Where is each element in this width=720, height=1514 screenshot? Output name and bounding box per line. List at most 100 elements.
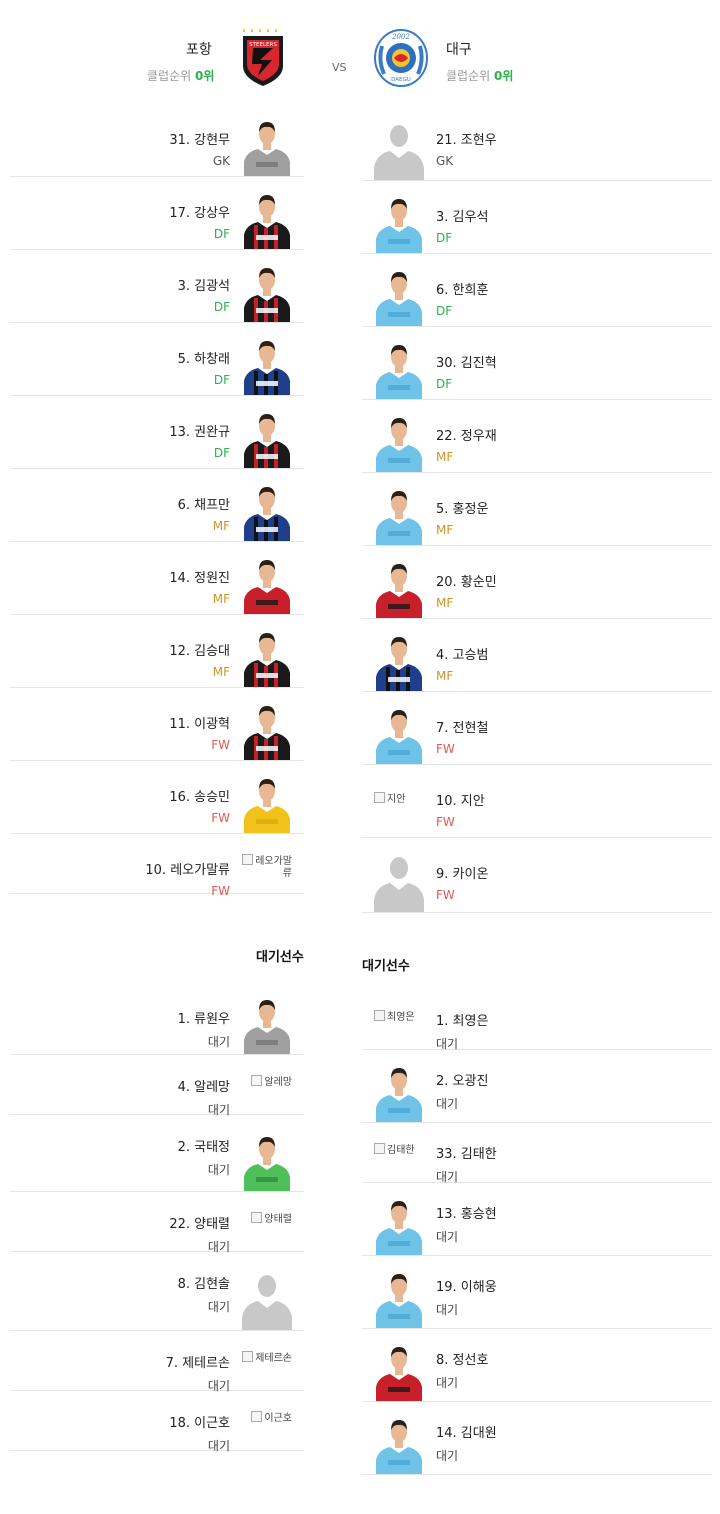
player-name[interactable]: 10. 지안	[436, 790, 485, 809]
player-name[interactable]: 30. 김진혁	[436, 352, 497, 371]
player-row[interactable]: 7. 전현철 FW	[362, 692, 712, 765]
player-name[interactable]: 31. 강현무	[169, 129, 230, 148]
player-name[interactable]: 5. 홍정운	[436, 498, 488, 517]
daegu-fc-crest-icon[interactable]: 2002 DAEGU	[372, 26, 430, 88]
player-photo[interactable]	[374, 1339, 424, 1401]
player-row[interactable]: 8. 정선호 대기	[362, 1329, 712, 1402]
player-photo[interactable]	[374, 556, 424, 618]
player-name[interactable]: 6. 채프만	[178, 494, 230, 513]
player-name[interactable]: 3. 김우석	[436, 206, 488, 225]
player-photo[interactable]	[242, 187, 292, 249]
player-photo[interactable]	[242, 260, 292, 322]
pohang-steelers-crest-icon[interactable]: STEELERS	[238, 26, 288, 88]
player-row[interactable]: 30. 김진혁 DF	[362, 327, 712, 400]
player-name[interactable]: 12. 김승대	[169, 640, 230, 659]
player-row[interactable]: 16. 송승민 FW	[10, 761, 304, 834]
player-photo[interactable]	[242, 114, 292, 176]
player-row[interactable]: 21. 조현우 GK	[362, 104, 712, 181]
player-row[interactable]: 17. 강상우 DF	[10, 177, 304, 250]
player-photo[interactable]	[242, 625, 292, 687]
player-photo[interactable]	[242, 771, 292, 833]
player-row[interactable]: 3. 김우석 DF	[362, 181, 712, 254]
player-name[interactable]: 33. 김태한	[436, 1143, 497, 1162]
player-photo[interactable]	[242, 552, 292, 614]
player-name[interactable]: 2. 국태정	[178, 1136, 230, 1155]
player-name[interactable]: 9. 카이온	[436, 863, 488, 882]
player-row[interactable]: 2. 국태정 대기	[10, 1115, 304, 1192]
player-photo[interactable]	[374, 264, 424, 326]
player-row[interactable]: 20. 황순민 MF	[362, 546, 712, 619]
player-name[interactable]: 2. 오광진	[436, 1070, 488, 1089]
player-name[interactable]: 13. 권완규	[169, 421, 230, 440]
player-name[interactable]: 1. 최영은	[436, 1010, 488, 1029]
player-row[interactable]: 13. 홍승현 대기	[362, 1183, 712, 1256]
player-row[interactable]: 1. 최영은 대기 최영은	[362, 990, 712, 1051]
player-name[interactable]: 8. 정선호	[436, 1349, 488, 1368]
player-photo[interactable]	[374, 1412, 424, 1474]
player-photo[interactable]	[374, 1060, 424, 1122]
player-name[interactable]: 14. 김대원	[436, 1422, 497, 1441]
player-photo[interactable]	[374, 1193, 424, 1255]
player-row[interactable]: 3. 김광석 DF	[10, 250, 304, 323]
player-row[interactable]: 1. 류원우 대기	[10, 987, 304, 1055]
player-name[interactable]: 3. 김광석	[178, 275, 230, 294]
player-name[interactable]: 1. 류원우	[178, 1008, 230, 1027]
player-row[interactable]: 6. 채프만 MF	[10, 469, 304, 542]
home-team-name[interactable]: 포항	[186, 39, 212, 59]
player-photo[interactable]	[374, 1266, 424, 1328]
player-name[interactable]: 14. 정원진	[169, 567, 230, 586]
player-name[interactable]: 22. 양태렬	[169, 1213, 230, 1232]
player-photo[interactable]	[374, 410, 424, 472]
player-name[interactable]: 22. 정우재	[436, 425, 497, 444]
player-row[interactable]: 4. 알레망 대기 알레망	[10, 1055, 304, 1117]
player-name[interactable]: 6. 한희훈	[436, 279, 488, 298]
player-name[interactable]: 20. 황순민	[436, 571, 497, 590]
player-photo[interactable]	[374, 337, 424, 399]
player-photo[interactable]	[242, 1129, 292, 1191]
player-row[interactable]: 12. 김승대 MF	[10, 615, 304, 688]
player-name[interactable]: 16. 송승민	[169, 786, 230, 805]
player-name[interactable]: 4. 고승범	[436, 644, 488, 663]
player-row[interactable]: 13. 권완규 DF	[10, 396, 304, 469]
player-name[interactable]: 4. 알레망	[178, 1076, 230, 1095]
player-photo[interactable]	[242, 992, 292, 1054]
player-photo[interactable]	[242, 479, 292, 541]
player-name[interactable]: 13. 홍승현	[436, 1203, 497, 1222]
player-name[interactable]: 5. 하창래	[178, 348, 230, 367]
player-name[interactable]: 17. 강상우	[169, 202, 230, 221]
player-row[interactable]: 10. 레오가말류 FW 레오가말류	[10, 834, 304, 898]
player-name[interactable]: 10. 레오가말류	[145, 859, 230, 878]
player-row[interactable]: 22. 정우재 MF	[362, 400, 712, 473]
player-row[interactable]: 10. 지안 FW 지안	[362, 765, 712, 838]
player-photo[interactable]	[374, 629, 424, 691]
default-avatar-icon[interactable]	[242, 1268, 292, 1330]
player-name[interactable]: 19. 이해웅	[436, 1276, 497, 1295]
player-photo[interactable]	[374, 191, 424, 253]
player-row[interactable]: 18. 이근호 대기 이근호	[10, 1391, 304, 1453]
player-photo[interactable]	[242, 333, 292, 395]
player-row[interactable]: 7. 제테르손 대기 제테르손	[10, 1331, 304, 1393]
player-name[interactable]: 21. 조현우	[436, 129, 497, 148]
player-name[interactable]: 7. 전현철	[436, 717, 488, 736]
player-row[interactable]: 31. 강현무 GK	[10, 104, 304, 177]
player-name[interactable]: 8. 김현솔	[178, 1273, 230, 1292]
player-row[interactable]: 33. 김태한 대기 김태한	[362, 1123, 712, 1184]
player-photo[interactable]	[242, 406, 292, 468]
player-row[interactable]: 22. 양태렬 대기 양태렬	[10, 1192, 304, 1254]
player-name[interactable]: 11. 이광혁	[169, 713, 230, 732]
player-photo[interactable]	[374, 702, 424, 764]
away-team-name[interactable]: 대구	[446, 39, 472, 59]
player-row[interactable]: 14. 김대원 대기	[362, 1402, 712, 1475]
player-row[interactable]: 11. 이광혁 FW	[10, 688, 304, 761]
player-row[interactable]: 6. 한희훈 DF	[362, 254, 712, 327]
player-photo[interactable]	[242, 698, 292, 760]
player-name[interactable]: 18. 이근호	[169, 1412, 230, 1431]
player-name[interactable]: 7. 제테르손	[166, 1352, 230, 1371]
player-row[interactable]: 8. 김현솔 대기	[10, 1252, 304, 1331]
player-row[interactable]: 5. 홍정운 MF	[362, 473, 712, 546]
player-row[interactable]: 9. 카이온 FW	[362, 838, 712, 913]
player-row[interactable]: 2. 오광진 대기	[362, 1050, 712, 1123]
player-row[interactable]: 14. 정원진 MF	[10, 542, 304, 615]
player-row[interactable]: 5. 하창래 DF	[10, 323, 304, 396]
default-avatar-icon[interactable]	[374, 118, 424, 180]
